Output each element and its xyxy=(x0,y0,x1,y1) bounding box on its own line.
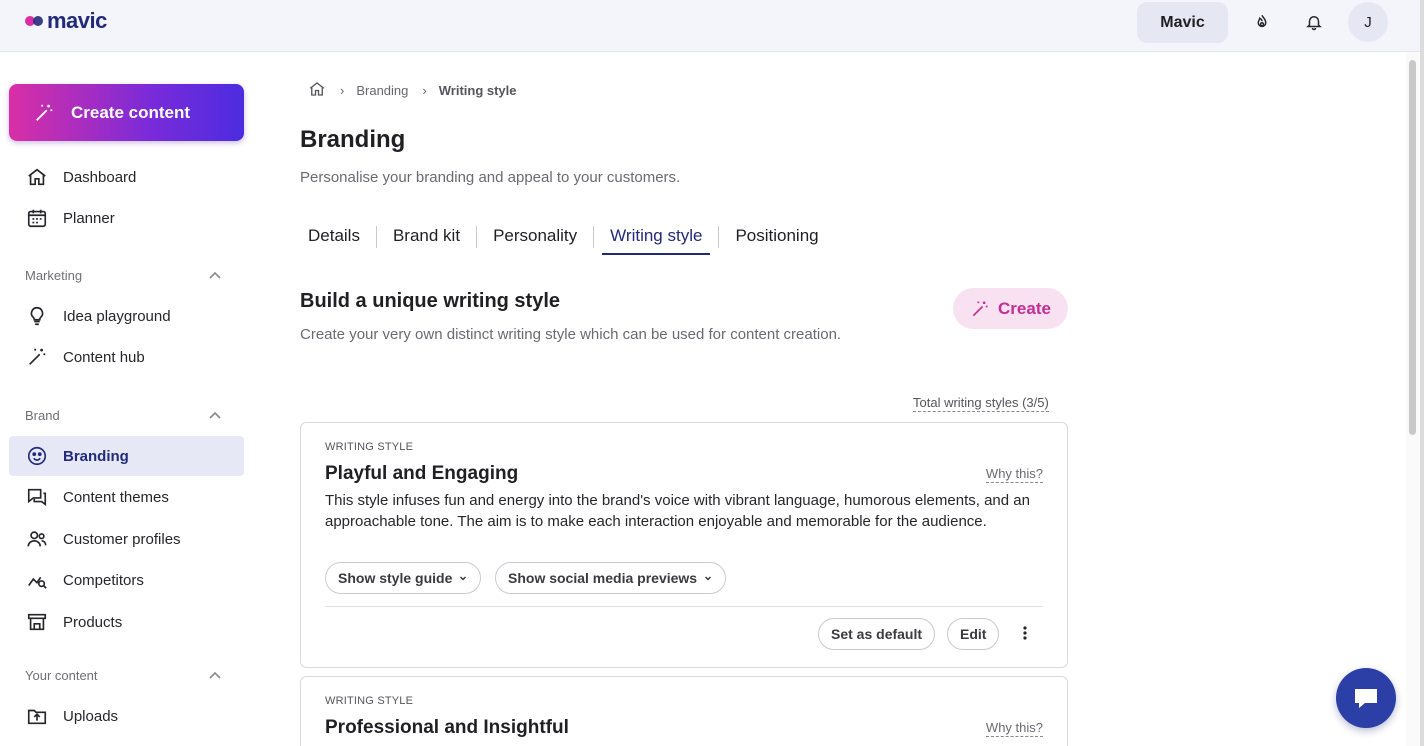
tab-writing-style[interactable]: Writing style xyxy=(602,222,711,255)
calendar-icon xyxy=(25,206,49,230)
card-description: This style infuses fun and energy into t… xyxy=(325,492,1030,530)
create-content-button[interactable]: Create content xyxy=(9,84,244,141)
window-edge xyxy=(1420,0,1424,746)
breadcrumb-current: Writing style xyxy=(438,82,517,98)
section-subtitle: Create your very own distinct writing st… xyxy=(300,326,842,343)
chat-support-button[interactable] xyxy=(1336,668,1396,728)
magic-wand-icon xyxy=(36,104,53,121)
sidebar-item-label: Content hub xyxy=(63,348,145,366)
workspace-button[interactable]: Mavic xyxy=(1137,2,1228,43)
sidebar-item-label: Customer profiles xyxy=(63,530,181,548)
sidebar-item-content-themes[interactable]: Content themes xyxy=(9,477,244,517)
set-as-default-label: Set as default xyxy=(831,626,923,642)
sidebar-item-dashboard[interactable]: Dashboard xyxy=(9,157,244,197)
card-title: Professional and Insightful xyxy=(325,717,569,738)
streak-flame-icon[interactable] xyxy=(1248,8,1276,36)
why-this-link[interactable]: Why this? xyxy=(985,720,1043,737)
section-title: Build a unique writing style xyxy=(300,290,561,312)
sidebar-item-branding[interactable]: Branding xyxy=(9,436,244,476)
user-avatar[interactable]: J xyxy=(1348,2,1388,42)
tab-divider xyxy=(718,226,720,248)
section-label-your-content: Your content xyxy=(25,668,98,683)
create-content-label: Create content xyxy=(71,102,191,122)
home-icon[interactable] xyxy=(308,80,326,101)
sidebar-item-products[interactable]: Products xyxy=(9,602,244,642)
sidebar-item-customer-profiles[interactable]: Customer profiles xyxy=(9,519,244,559)
create-label: Create xyxy=(998,298,1051,318)
bell-icon[interactable] xyxy=(1300,8,1328,36)
page-title: Branding xyxy=(300,126,406,153)
show-social-previews-button[interactable]: Show social media previews xyxy=(495,562,727,594)
sidebar-item-label: Content themes xyxy=(63,488,169,506)
tab-brand-kit[interactable]: Brand kit xyxy=(385,222,468,255)
magic-wand-icon xyxy=(972,301,988,316)
page-subtitle: Personalise your branding and appeal to … xyxy=(300,169,681,186)
set-as-default-button[interactable]: Set as default xyxy=(818,618,936,650)
show-style-guide-button[interactable]: Show style guide xyxy=(325,562,482,594)
chat-bubbles-icon xyxy=(25,485,49,509)
sidebar-item-competitors[interactable]: Competitors xyxy=(9,560,244,600)
show-social-previews-label: Show social media previews xyxy=(508,570,698,586)
tab-divider xyxy=(375,226,377,248)
upload-folder-icon xyxy=(25,704,49,728)
chevron-up-icon[interactable] xyxy=(207,268,223,284)
tab-details[interactable]: Details xyxy=(300,222,368,255)
create-writing-style-button[interactable]: Create xyxy=(953,288,1068,329)
tab-personality[interactable]: Personality xyxy=(485,222,585,255)
sidebar-item-content-hub[interactable]: Content hub xyxy=(9,337,244,377)
total-writing-styles[interactable]: Total writing styles (3/5) xyxy=(913,395,1049,412)
breadcrumb: › Branding › Writing style xyxy=(308,80,517,100)
logo[interactable]: mavic xyxy=(24,8,107,34)
chart-search-icon xyxy=(25,568,49,592)
section-label-marketing: Marketing xyxy=(25,268,83,283)
sidebar-item-planner[interactable]: Planner xyxy=(9,198,244,238)
card-kicker: WRITING STYLE xyxy=(325,441,414,453)
scrollbar-thumb[interactable] xyxy=(1409,60,1416,435)
top-bar: mavic Mavic J xyxy=(0,0,1420,52)
sidebar-item-idea-playground[interactable]: Idea playground xyxy=(9,296,244,336)
users-icon xyxy=(25,527,49,551)
more-options-icon[interactable] xyxy=(1013,621,1037,645)
home-icon xyxy=(25,165,49,189)
sidebar-item-uploads[interactable]: Uploads xyxy=(9,696,244,736)
sidebar-item-label: Uploads xyxy=(63,707,119,725)
chevron-up-icon[interactable] xyxy=(207,668,223,684)
tab-divider xyxy=(593,226,595,248)
why-this-link[interactable]: Why this? xyxy=(985,466,1043,483)
tab-divider xyxy=(476,226,478,248)
chat-icon xyxy=(1355,689,1377,708)
card-kicker: WRITING STYLE xyxy=(325,695,414,707)
edit-label: Edit xyxy=(960,626,987,642)
card-divider xyxy=(325,606,1043,607)
chevron-down-icon xyxy=(705,576,712,581)
mavic-logo-icon xyxy=(25,16,43,26)
tab-positioning[interactable]: Positioning xyxy=(727,222,826,255)
breadcrumb-separator: › xyxy=(422,82,427,98)
edit-button[interactable]: Edit xyxy=(947,618,1000,650)
sidebar-item-label: Competitors xyxy=(63,571,144,589)
chevron-up-icon[interactable] xyxy=(207,408,223,424)
palette-icon xyxy=(25,444,49,468)
sidebar-item-label: Dashboard xyxy=(63,168,137,186)
show-style-guide-label: Show style guide xyxy=(338,570,453,586)
section-label-brand: Brand xyxy=(25,408,60,423)
breadcrumb-branding[interactable]: Branding xyxy=(356,83,408,98)
sidebar-item-label: Idea playground xyxy=(63,307,171,325)
card-title: Playful and Engaging xyxy=(325,463,519,484)
writing-style-card: WRITING STYLE Professional and Insightfu… xyxy=(300,676,1068,746)
magic-wand-icon xyxy=(25,345,49,369)
sidebar-item-label: Planner xyxy=(63,209,115,227)
writing-style-card: WRITING STYLE Playful and Engaging Why t… xyxy=(300,422,1068,668)
sidebar-item-label: Products xyxy=(63,613,123,631)
store-icon xyxy=(25,610,49,634)
breadcrumb-separator: › xyxy=(340,82,345,98)
tab-bar: Details Brand kit Personality Writing st… xyxy=(300,222,827,256)
lightbulb-icon xyxy=(25,304,49,328)
chevron-down-icon xyxy=(460,576,467,581)
logo-text: mavic xyxy=(47,8,107,33)
sidebar-item-label: Branding xyxy=(63,447,129,465)
